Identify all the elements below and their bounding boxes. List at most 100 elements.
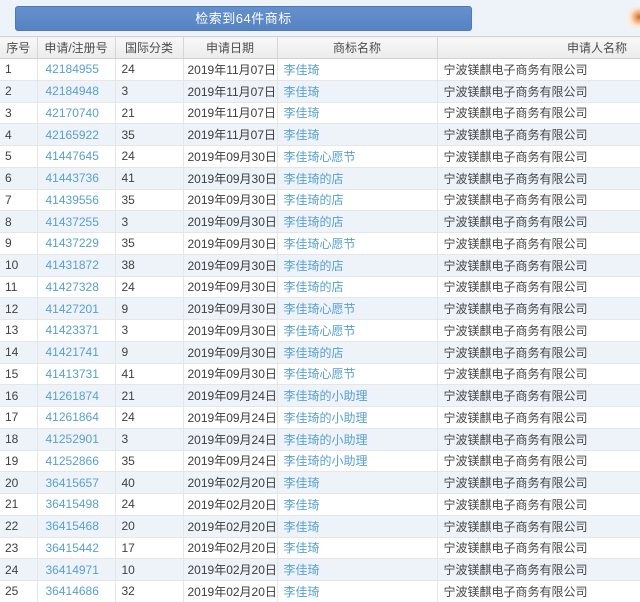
cell-applicant: 宁波镁麒电子商务有限公司 bbox=[437, 254, 640, 277]
cell-application-number[interactable]: 41437255 bbox=[37, 210, 116, 233]
cell-class: 24 bbox=[115, 58, 184, 81]
cell-class: 24 bbox=[115, 276, 184, 299]
cell-application-number[interactable]: 41413731 bbox=[37, 363, 116, 386]
cell-serial: 16 bbox=[0, 384, 38, 407]
cell-applicant: 宁波镁麒电子商务有限公司 bbox=[437, 210, 640, 233]
cell-application-number[interactable]: 41437229 bbox=[37, 232, 116, 255]
cell-trademark-name[interactable]: 李佳琦 bbox=[277, 558, 438, 581]
cell-serial: 11 bbox=[0, 276, 38, 299]
top-strip: 检索到64件商标 bbox=[0, 0, 640, 36]
cell-date: 2019年09月30日 bbox=[183, 232, 278, 255]
table-row: 9 41437229 35 2019年09月30日 李佳琦心愿节 宁波镁麒电子商务有限公司 bbox=[0, 232, 640, 255]
cell-application-number[interactable]: 41439556 bbox=[37, 189, 116, 212]
cell-application-number[interactable]: 42184955 bbox=[37, 58, 116, 81]
cell-serial: 24 bbox=[0, 558, 38, 581]
cell-trademark-name[interactable]: 李佳琦心愿节 bbox=[277, 297, 438, 320]
cell-trademark-name[interactable]: 李佳琦的店 bbox=[277, 341, 438, 364]
cell-trademark-name[interactable]: 李佳琦的店 bbox=[277, 276, 438, 299]
table-row: 12 41427201 9 2019年09月30日 李佳琦心愿节 宁波镁麒电子商务有限公司 bbox=[0, 297, 640, 320]
table-row: 10 41431872 38 2019年09月30日 李佳琦的店 宁波镁麒电子商务有限公司 bbox=[0, 254, 640, 277]
cell-application-number[interactable]: 41443736 bbox=[37, 167, 116, 190]
cell-date: 2019年02月20日 bbox=[183, 537, 278, 560]
cell-trademark-name[interactable]: 李佳琦的小助理 bbox=[277, 406, 438, 429]
cell-application-number[interactable]: 41252901 bbox=[37, 428, 116, 451]
cell-trademark-name[interactable]: 李佳琦 bbox=[277, 537, 438, 560]
cell-date: 2019年02月20日 bbox=[183, 580, 278, 602]
cell-date: 2019年11月07日 bbox=[183, 123, 278, 146]
cell-application-number[interactable]: 36414971 bbox=[37, 558, 116, 581]
cell-trademark-name[interactable]: 李佳琦的店 bbox=[277, 167, 438, 190]
cell-application-number[interactable]: 41261864 bbox=[37, 406, 116, 429]
cell-application-number[interactable]: 41252866 bbox=[37, 450, 116, 473]
table-row: 17 41261864 24 2019年09月24日 李佳琦的小助理 宁波镁麒电子商务有限… bbox=[0, 406, 640, 429]
cell-application-number[interactable]: 36415442 bbox=[37, 537, 116, 560]
col-header-class: 国际分类 bbox=[115, 36, 184, 59]
cell-trademark-name[interactable]: 李佳琦 bbox=[277, 515, 438, 538]
cell-trademark-name[interactable]: 李佳琦心愿节 bbox=[277, 363, 438, 386]
cell-application-number[interactable]: 42170740 bbox=[37, 102, 116, 125]
cell-trademark-name[interactable]: 李佳琦的小助理 bbox=[277, 450, 438, 473]
cell-application-number[interactable]: 41427201 bbox=[37, 297, 116, 320]
cell-class: 24 bbox=[115, 145, 184, 168]
cell-application-number[interactable]: 41431872 bbox=[37, 254, 116, 277]
cell-application-number[interactable]: 36415498 bbox=[37, 493, 116, 516]
cell-applicant: 宁波镁麒电子商务有限公司 bbox=[437, 102, 640, 125]
cell-application-number[interactable]: 41427328 bbox=[37, 276, 116, 299]
cell-serial: 15 bbox=[0, 363, 38, 386]
table-row: 25 36414686 32 2019年02月20日 李佳琦 宁波镁麒电子商务有限公司 bbox=[0, 580, 640, 602]
table-row: 6 41443736 41 2019年09月30日 李佳琦的店 宁波镁麒电子商务有限公司 bbox=[0, 167, 640, 190]
cell-applicant: 宁波镁麒电子商务有限公司 bbox=[437, 384, 640, 407]
cell-trademark-name[interactable]: 李佳琦 bbox=[277, 102, 438, 125]
cell-trademark-name[interactable]: 李佳琦的店 bbox=[277, 210, 438, 233]
table-row: 2 42184948 3 2019年11月07日 李佳琦 宁波镁麒电子商务有限公司 bbox=[0, 80, 640, 103]
cell-applicant: 宁波镁麒电子商务有限公司 bbox=[437, 558, 640, 581]
table-row: 11 41427328 24 2019年09月30日 李佳琦的店 宁波镁麒电子商务有限公司 bbox=[0, 276, 640, 299]
cell-date: 2019年09月30日 bbox=[183, 341, 278, 364]
cell-applicant: 宁波镁麒电子商务有限公司 bbox=[437, 341, 640, 364]
cell-application-number[interactable]: 41421741 bbox=[37, 341, 116, 364]
cell-trademark-name[interactable]: 李佳琦的店 bbox=[277, 254, 438, 277]
cell-date: 2019年09月30日 bbox=[183, 319, 278, 342]
cell-serial: 5 bbox=[0, 145, 38, 168]
cell-trademark-name[interactable]: 李佳琦的店 bbox=[277, 189, 438, 212]
cell-applicant: 宁波镁麒电子商务有限公司 bbox=[437, 123, 640, 146]
cell-date: 2019年11月07日 bbox=[183, 58, 278, 81]
cell-date: 2019年02月20日 bbox=[183, 558, 278, 581]
table-row: 4 42165922 35 2019年11月07日 李佳琦 宁波镁麒电子商务有限公司 bbox=[0, 123, 640, 146]
cell-trademark-name[interactable]: 李佳琦 bbox=[277, 471, 438, 494]
cell-application-number[interactable]: 36414686 bbox=[37, 580, 116, 602]
cell-trademark-name[interactable]: 李佳琦 bbox=[277, 80, 438, 103]
cell-class: 3 bbox=[115, 319, 184, 342]
cell-application-number[interactable]: 36415468 bbox=[37, 515, 116, 538]
floating-widget-icon[interactable] bbox=[626, 7, 640, 28]
cell-applicant: 宁波镁麒电子商务有限公司 bbox=[437, 189, 640, 212]
table-row: 19 41252866 35 2019年09月24日 李佳琦的小助理 宁波镁麒电子商务有限… bbox=[0, 450, 640, 473]
cell-trademark-name[interactable]: 李佳琦的小助理 bbox=[277, 384, 438, 407]
table-row: 20 36415657 40 2019年02月20日 李佳琦 宁波镁麒电子商务有限公司 bbox=[0, 471, 640, 494]
cell-application-number[interactable]: 41261874 bbox=[37, 384, 116, 407]
cell-trademark-name[interactable]: 李佳琦心愿节 bbox=[277, 319, 438, 342]
table-row: 21 36415498 24 2019年02月20日 李佳琦 宁波镁麒电子商务有限公司 bbox=[0, 493, 640, 516]
cell-date: 2019年09月30日 bbox=[183, 363, 278, 386]
cell-trademark-name[interactable]: 李佳琦 bbox=[277, 493, 438, 516]
table-row: 1 42184955 24 2019年11月07日 李佳琦 宁波镁麒电子商务有限公司 bbox=[0, 58, 640, 81]
cell-trademark-name[interactable]: 李佳琦的小助理 bbox=[277, 428, 438, 451]
cell-application-number[interactable]: 41423371 bbox=[37, 319, 116, 342]
cell-application-number[interactable]: 42165922 bbox=[37, 123, 116, 146]
table-header-row: 序号 申请/注册号 国际分类 申请日期 商标名称 申请人名称 bbox=[0, 36, 640, 59]
table-row: 15 41413731 41 2019年09月30日 李佳琦心愿节 宁波镁麒电子商务有限公… bbox=[0, 363, 640, 386]
cell-application-number[interactable]: 36415657 bbox=[37, 471, 116, 494]
cell-trademark-name[interactable]: 李佳琦心愿节 bbox=[277, 145, 438, 168]
cell-serial: 9 bbox=[0, 232, 38, 255]
cell-applicant: 宁波镁麒电子商务有限公司 bbox=[437, 428, 640, 451]
cell-trademark-name[interactable]: 李佳琦 bbox=[277, 580, 438, 602]
cell-trademark-name[interactable]: 李佳琦心愿节 bbox=[277, 232, 438, 255]
cell-trademark-name[interactable]: 李佳琦 bbox=[277, 58, 438, 81]
cell-date: 2019年02月20日 bbox=[183, 493, 278, 516]
cell-application-number[interactable]: 42184948 bbox=[37, 80, 116, 103]
cell-application-number[interactable]: 41447645 bbox=[37, 145, 116, 168]
cell-applicant: 宁波镁麒电子商务有限公司 bbox=[437, 493, 640, 516]
cell-trademark-name[interactable]: 李佳琦 bbox=[277, 123, 438, 146]
cell-class: 35 bbox=[115, 450, 184, 473]
cell-class: 9 bbox=[115, 297, 184, 320]
